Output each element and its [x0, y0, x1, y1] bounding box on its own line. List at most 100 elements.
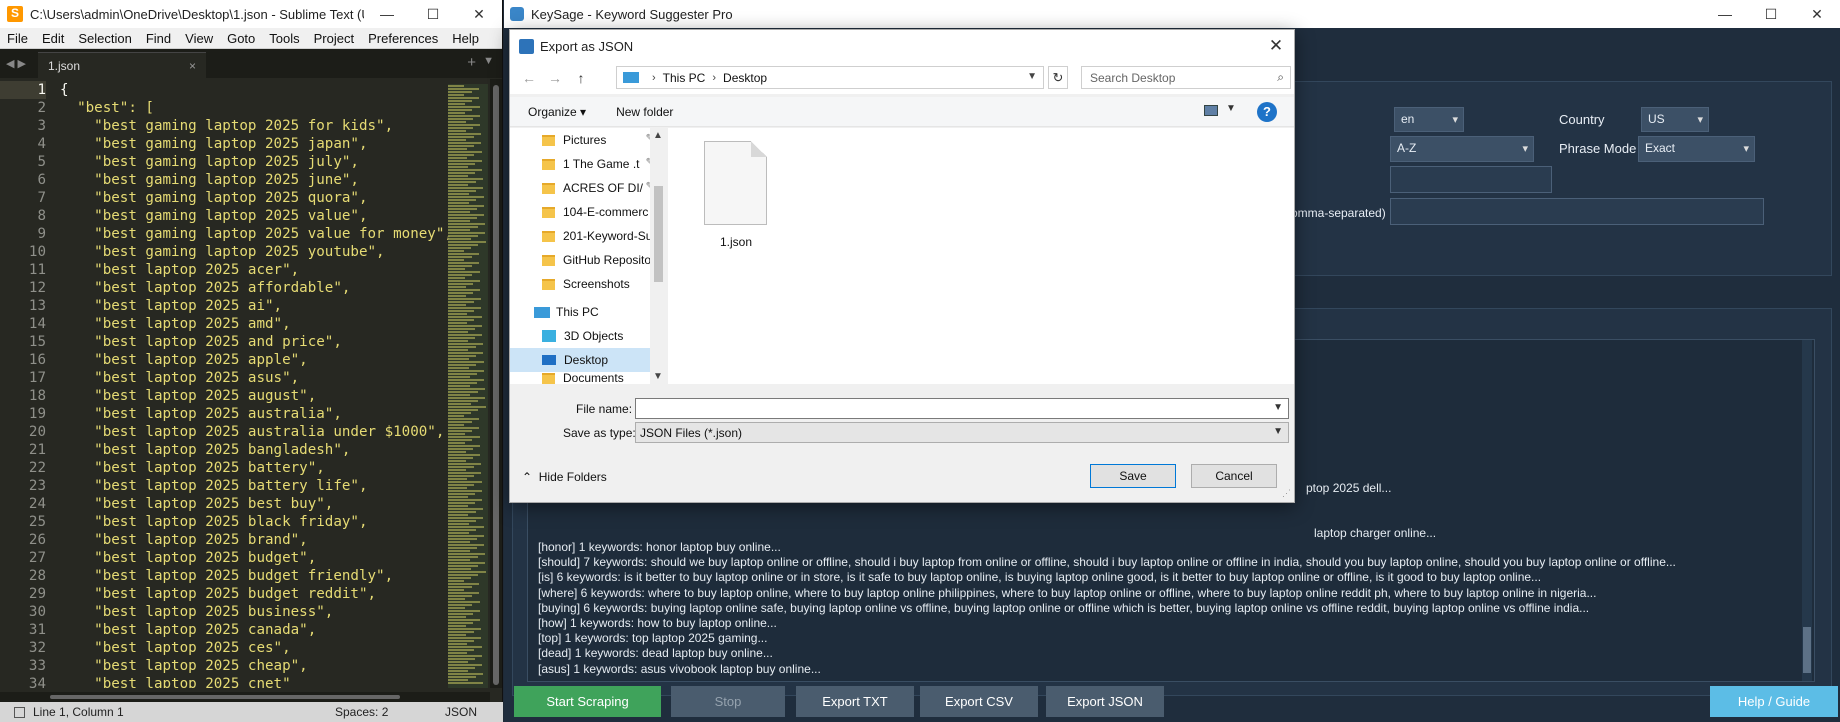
forward-arrow-icon[interactable]: →	[542, 70, 568, 86]
export-txt-button[interactable]: Export TXT	[796, 686, 914, 717]
tree-item-3d-objects[interactable]: 3D Objects	[510, 324, 658, 348]
maximize-icon[interactable]: ☐	[1748, 6, 1794, 23]
chevron-down-icon[interactable]: ▼	[653, 371, 663, 382]
close-icon[interactable]: ✕	[456, 6, 502, 23]
export-json-button[interactable]: Export JSON	[1046, 686, 1164, 717]
stop-button[interactable]: Stop	[671, 686, 785, 717]
cursor-position[interactable]: Line 1, Column 1	[33, 705, 335, 719]
hide-folders-toggle[interactable]: ⌃ Hide Folders	[522, 470, 607, 484]
scroll-thumb[interactable]	[1803, 627, 1811, 673]
new-tab-icon[interactable]: +	[467, 54, 476, 71]
start-scraping-button[interactable]: Start Scraping	[514, 686, 661, 717]
help-icon[interactable]: ?	[1257, 102, 1277, 122]
chevron-down-icon[interactable]: ▼	[1226, 103, 1236, 114]
tree-item-ecommerce[interactable]: 104-E-commerc	[510, 200, 658, 224]
tab-1-json[interactable]: 1.json ×	[37, 52, 206, 78]
code-area[interactable]: { "best": [ "best gaming laptop 2025 for…	[60, 81, 453, 688]
tree-item-keyword[interactable]: 201-Keyword-Su	[510, 224, 658, 248]
breadcrumb-this-pc[interactable]: This PC	[663, 71, 706, 85]
new-folder-button[interactable]: New folder	[616, 105, 673, 119]
maximize-icon[interactable]: ☐	[410, 6, 456, 23]
tree-item-github[interactable]: GitHub Reposito	[510, 248, 658, 272]
minimize-icon[interactable]: —	[1702, 6, 1748, 22]
code-line: "best laptop 2025 australia under $1000"…	[60, 424, 445, 440]
exclude-input[interactable]	[1390, 198, 1764, 225]
menu-item-project[interactable]: Project	[307, 31, 361, 46]
close-tab-icon[interactable]: ×	[189, 59, 196, 73]
cancel-button[interactable]: Cancel	[1191, 464, 1277, 488]
organize-button[interactable]: Organize ▾	[528, 105, 586, 119]
tree-item-game[interactable]: 1 The Game .t✎	[510, 152, 658, 176]
menu-item-goto[interactable]: Goto	[220, 31, 262, 46]
minimap-line	[448, 130, 466, 132]
scroll-thumb[interactable]	[493, 85, 499, 685]
up-arrow-icon[interactable]: ↑	[568, 70, 594, 86]
minimap-line	[448, 523, 469, 525]
tab-nav-arrows-icon[interactable]: ◀ ▶	[0, 57, 32, 78]
breadcrumb-desktop[interactable]: Desktop	[723, 71, 767, 85]
chevron-down-icon[interactable]: ▼	[1027, 71, 1037, 82]
minimap-line	[448, 202, 470, 204]
panel-toggle-icon[interactable]	[14, 706, 25, 718]
json-file-icon[interactable]	[704, 141, 767, 225]
keyword-input[interactable]	[1390, 166, 1552, 193]
tree-item-acres[interactable]: ACRES OF DI/✎	[510, 176, 658, 200]
view-options-icon[interactable]	[1204, 105, 1218, 116]
menu-item-selection[interactable]: Selection	[71, 31, 138, 46]
sort-select[interactable]: A-Z	[1390, 136, 1534, 162]
menu-item-help[interactable]: Help	[445, 31, 486, 46]
country-select[interactable]: US	[1641, 107, 1709, 132]
file-item-label[interactable]: 1.json	[704, 235, 768, 249]
address-bar[interactable]: › This PC › Desktop ▼	[616, 66, 1044, 89]
scroll-thumb[interactable]	[654, 186, 663, 282]
menu-item-file[interactable]: File	[0, 31, 35, 46]
minimap[interactable]	[448, 84, 488, 688]
close-icon[interactable]: ✕	[1794, 6, 1840, 23]
back-arrow-icon[interactable]: ←	[516, 70, 542, 86]
tab-dropdown-icon[interactable]: ▼	[483, 55, 494, 67]
phrase-mode-value: Exact	[1645, 141, 1676, 155]
minimap-line	[448, 625, 466, 627]
chevron-up-icon[interactable]: ▲	[653, 130, 663, 141]
minimap-line	[448, 544, 485, 546]
menu-item-edit[interactable]: Edit	[35, 31, 71, 46]
file-name-input[interactable]: ▼	[635, 398, 1289, 419]
tree-scrollbar[interactable]: ▲ ▼	[650, 128, 667, 384]
export-csv-button[interactable]: Export CSV	[920, 686, 1038, 717]
minimap-line	[448, 175, 468, 177]
menu-item-preferences[interactable]: Preferences	[361, 31, 445, 46]
tree-item-documents[interactable]: Documents	[510, 372, 658, 384]
chevron-down-icon[interactable]: ▼	[1273, 402, 1283, 413]
code-line: "best laptop 2025 budget",	[60, 550, 317, 566]
scroll-thumb[interactable]	[50, 695, 400, 699]
log-scrollbar[interactable]	[1802, 340, 1812, 681]
phrase-mode-select[interactable]: Exact	[1638, 136, 1755, 162]
language-select[interactable]: en	[1394, 107, 1464, 132]
menu-item-view[interactable]: View	[178, 31, 220, 46]
tree-item-screenshots[interactable]: Screenshots	[510, 272, 658, 296]
chevron-down-icon[interactable]: ▼	[1273, 426, 1283, 437]
resize-grip-icon[interactable]: ⋰	[1282, 488, 1291, 499]
vertical-scrollbar[interactable]	[490, 79, 502, 688]
sublime-menubar: File Edit Selection Find View Goto Tools Projec…	[0, 28, 502, 49]
menu-item-find[interactable]: Find	[139, 31, 178, 46]
search-input[interactable]: Search Desktop ⌕	[1081, 66, 1291, 89]
help-guide-button[interactable]: Help / Guide	[1710, 686, 1838, 717]
horizontal-scrollbar[interactable]	[0, 692, 490, 702]
tree-item-desktop[interactable]: Desktop	[510, 348, 658, 372]
dialog-titlebar: Export as JSON ✕	[510, 30, 1294, 62]
syntax-status[interactable]: JSON	[445, 705, 477, 719]
save-type-select[interactable]: JSON Files (*.json) ▼	[635, 422, 1289, 443]
minimize-icon[interactable]: —	[364, 6, 410, 22]
tree-item-this-pc[interactable]: This PC	[510, 300, 658, 324]
refresh-icon[interactable]: ↻	[1048, 66, 1068, 89]
tree-item-pictures[interactable]: Pictures✎	[510, 128, 658, 152]
this-pc-icon	[534, 306, 550, 318]
line-number: 11	[28, 262, 46, 278]
indentation-status[interactable]: Spaces: 2	[335, 705, 445, 719]
close-icon[interactable]: ✕	[1258, 36, 1294, 56]
code-editor[interactable]: 1 2 3 4 5 6 7 8 9 10 11 12 13 14 15 16 17 18 19 20 21 22 23 24 2…	[0, 79, 503, 688]
minimap-line	[448, 337, 476, 339]
menu-item-tools[interactable]: Tools	[262, 31, 306, 46]
save-button[interactable]: Save	[1090, 464, 1176, 488]
